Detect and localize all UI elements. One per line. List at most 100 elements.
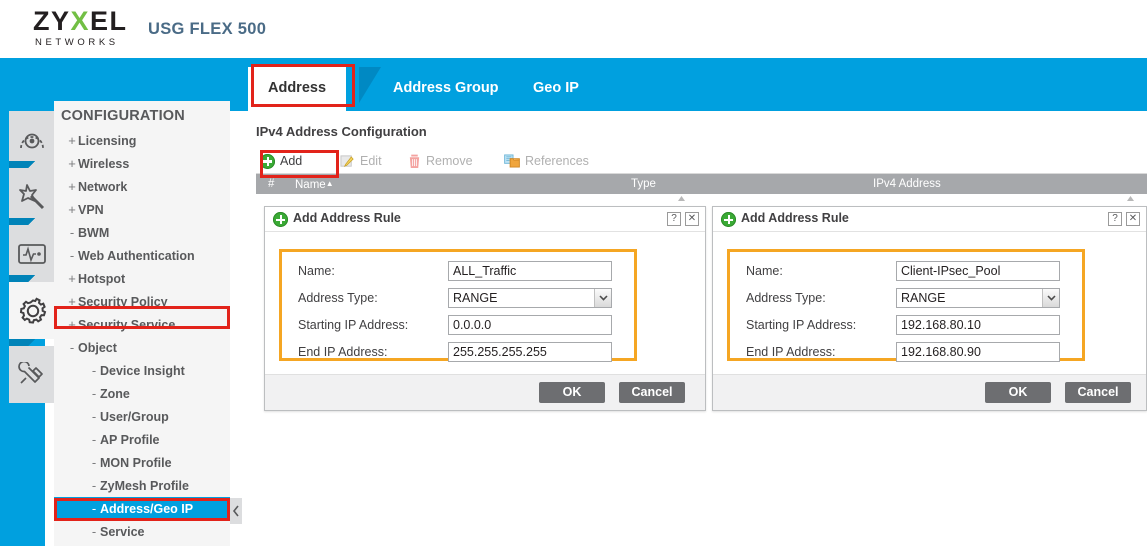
name-input[interactable]: Client-IPsec_Pool	[896, 261, 1060, 281]
sidebar-item-zone[interactable]: - Zone	[54, 382, 230, 405]
table-header-row: # Name▲ Type IPv4 Address	[256, 174, 1147, 194]
sidebar-item-security-policy[interactable]: + Security Policy	[54, 290, 230, 313]
expand-marker: +	[68, 294, 76, 309]
add-button[interactable]: Add	[260, 151, 302, 171]
rail-maintenance-tools-icon[interactable]	[9, 346, 54, 403]
scroll-tick-right	[1127, 196, 1134, 201]
dialog-1-ok-button[interactable]: OK	[539, 382, 605, 403]
dialog-2-help-button[interactable]: ?	[1108, 212, 1122, 226]
sidebar-item-label: AP Profile	[100, 433, 160, 447]
rail-monitor-icon[interactable]	[9, 225, 54, 282]
plus-circle-icon	[260, 153, 275, 169]
field-label: Address Type:	[298, 291, 378, 305]
expand-marker: -	[91, 478, 97, 493]
edit-button[interactable]: Edit	[340, 151, 382, 171]
sidebar-item-ap-profile[interactable]: - AP Profile	[54, 428, 230, 451]
chevron-down-icon[interactable]	[594, 289, 611, 307]
add-address-rule-dialog-2: Add Address Rule ? ✕ Name: Client-IPsec_…	[712, 206, 1147, 411]
icon-rail	[0, 111, 57, 546]
sidebar-item-service[interactable]: - Service	[54, 520, 230, 543]
expand-marker: -	[91, 455, 97, 470]
name-input[interactable]: ALL_Traffic	[448, 261, 612, 281]
sidebar-item-address-geo-ip[interactable]: - Address/Geo IP	[54, 497, 230, 520]
field-label: Name:	[746, 264, 783, 278]
sidebar-item-label: Address/Geo IP	[100, 502, 194, 516]
dialog-2-cancel-button[interactable]: Cancel	[1065, 382, 1131, 403]
column-type[interactable]: Type	[631, 177, 656, 191]
tab-address-group[interactable]: Address Group	[393, 70, 499, 113]
sidebar-item-wireless[interactable]: + Wireless	[54, 152, 230, 175]
tab-geo-ip[interactable]: Geo IP	[533, 70, 579, 113]
sidebar-item-zymesh-profile[interactable]: - ZyMesh Profile	[54, 474, 230, 497]
starting-ip-input[interactable]: 0.0.0.0	[448, 315, 612, 335]
rail-wizard-wand-icon[interactable]	[9, 168, 54, 225]
dialog-2-close-button[interactable]: ✕	[1126, 212, 1140, 226]
dialog-2-field-end-ip: End IP Address: 192.168.80.90	[730, 341, 1082, 367]
expand-marker: +	[68, 317, 76, 332]
address-type-select[interactable]: RANGE	[448, 288, 612, 308]
expand-marker: -	[91, 409, 97, 424]
active-tab-shadow	[359, 67, 381, 103]
rail-notch-3	[9, 275, 54, 282]
chevron-down-icon[interactable]	[1042, 289, 1059, 307]
page-title: IPv4 Address Configuration	[256, 124, 427, 139]
dialog-1-cancel-button[interactable]: Cancel	[619, 382, 685, 403]
add-address-rule-dialog-1: Add Address Rule ? ✕ Name: ALL_Traffic A…	[264, 206, 706, 411]
expand-marker: +	[68, 133, 76, 148]
rail-configuration-gear-icon[interactable]	[9, 282, 57, 339]
sidebar-item-vpn[interactable]: + VPN	[54, 198, 230, 221]
dialog-1-footer: OK Cancel	[265, 374, 705, 410]
sidebar-item-label: User/Group	[100, 410, 169, 424]
sidebar-item-licensing[interactable]: + Licensing	[54, 129, 230, 152]
column-name-label: Name	[295, 179, 326, 191]
end-ip-input[interactable]: 255.255.255.255	[448, 342, 612, 362]
sidebar-item-security-service[interactable]: + Security Service	[54, 313, 230, 336]
sidebar-item-label: BWM	[78, 226, 110, 240]
end-ip-input[interactable]: 192.168.80.90	[896, 342, 1060, 362]
logo-text-part1: ZY	[33, 6, 71, 36]
expand-marker: -	[91, 501, 97, 516]
table-toolbar: Add Edit Remove References	[256, 148, 1147, 174]
sidebar-item-bwm[interactable]: - BWM	[54, 221, 230, 244]
dialog-2-fields-highlight: Name: Client-IPsec_Pool Address Type: RA…	[727, 249, 1085, 362]
column-ipv4-address[interactable]: IPv4 Address	[873, 177, 941, 191]
rail-dashboard-gauge-icon[interactable]	[9, 111, 54, 168]
sidebar-item-web-authentication[interactable]: - Web Authentication	[54, 244, 230, 267]
sidebar-item-label: Licensing	[78, 134, 137, 148]
add-button-label: Add	[280, 154, 303, 168]
sidebar-item-object[interactable]: - Object	[54, 336, 230, 359]
dialog-1-field-starting-ip: Starting IP Address: 0.0.0.0	[282, 314, 634, 340]
sidebar-item-label: Service	[100, 525, 145, 539]
sidebar-item-network[interactable]: + Network	[54, 175, 230, 198]
sidebar-item-mon-profile[interactable]: - MON Profile	[54, 451, 230, 474]
dialog-2-ok-button[interactable]: OK	[985, 382, 1051, 403]
expand-marker: +	[68, 156, 76, 171]
references-button-label: References	[525, 154, 589, 168]
expand-marker: -	[69, 225, 75, 240]
dialog-1-field-name: Name: ALL_Traffic	[282, 260, 634, 286]
logo-text-x: X	[70, 6, 91, 36]
sidebar-item-device-insight[interactable]: - Device Insight	[54, 359, 230, 382]
column-name[interactable]: Name▲	[295, 177, 334, 192]
references-button[interactable]: References	[504, 151, 589, 171]
dialog-1-field-end-ip: End IP Address: 255.255.255.255	[282, 341, 634, 367]
edit-button-label: Edit	[360, 154, 382, 168]
starting-ip-input[interactable]: 192.168.80.10	[896, 315, 1060, 335]
sidebar-item-hotspot[interactable]: + Hotspot	[54, 267, 230, 290]
pencil-icon	[340, 154, 354, 167]
sidebar-collapse-button[interactable]	[230, 498, 242, 524]
sidebar-item-label: Network	[78, 180, 128, 194]
dialog-1-help-button[interactable]: ?	[667, 212, 681, 226]
sidebar-item-user-group[interactable]: - User/Group	[54, 405, 230, 428]
expand-marker: +	[68, 202, 76, 217]
dialog-2-body: Name: Client-IPsec_Pool Address Type: RA…	[713, 233, 1146, 374]
sidebar-item-label: Security Policy	[78, 295, 168, 309]
tab-address[interactable]: Address	[248, 67, 347, 111]
logo-wordmark: ZYXEL	[33, 6, 145, 36]
expand-marker: -	[69, 340, 75, 355]
dialog-2-field-address-type: Address Type: RANGE	[730, 287, 1082, 313]
field-label: Name:	[298, 264, 335, 278]
remove-button[interactable]: Remove	[408, 151, 473, 171]
address-type-select[interactable]: RANGE	[896, 288, 1060, 308]
dialog-1-close-button[interactable]: ✕	[685, 212, 699, 226]
